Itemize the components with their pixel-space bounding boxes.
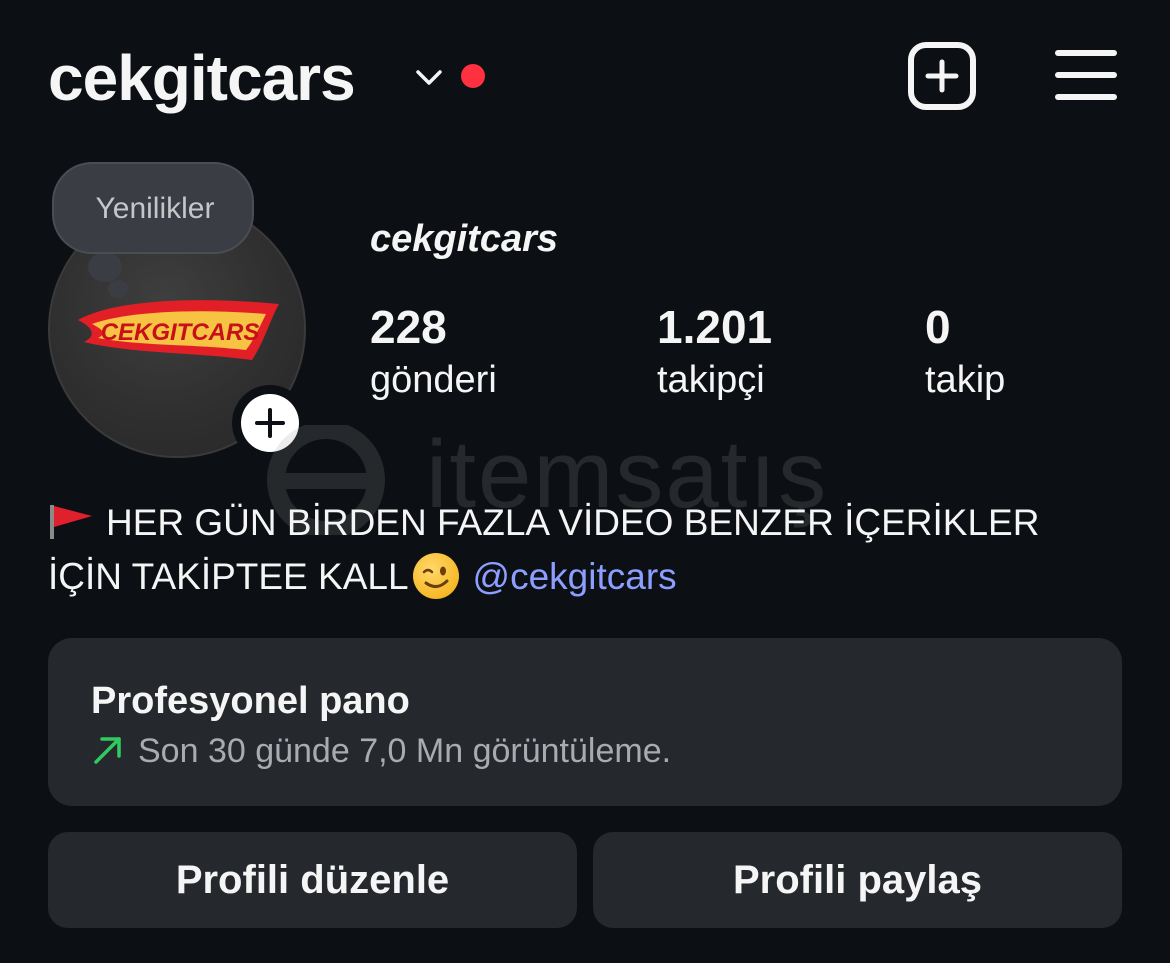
stat-following-value: 0 bbox=[925, 301, 951, 353]
stat-following[interactable]: 0 takip bbox=[925, 302, 1005, 408]
triangular-flag-icon bbox=[48, 500, 94, 539]
stat-followers-value: 1.201 bbox=[657, 301, 773, 353]
dashboard-title: Profesyonel pano bbox=[91, 680, 410, 722]
stat-followers[interactable]: 1.201 takipçi bbox=[657, 302, 772, 408]
bio-line-2: İÇİN TAKİPTEE KALL bbox=[48, 556, 409, 597]
plus-square-icon bbox=[925, 59, 959, 93]
stat-posts-value: 228 bbox=[370, 301, 447, 353]
note-bubble[interactable]: Yenilikler bbox=[52, 162, 254, 254]
professional-dashboard-card[interactable]: Profesyonel pano Son 30 günde 7,0 Mn gör… bbox=[48, 638, 1122, 806]
plus-icon bbox=[255, 408, 285, 438]
profile-page: cekgitcars CEKGITCARS Yenilikler cekgitc… bbox=[0, 0, 1170, 963]
arrow-up-right-icon bbox=[94, 737, 121, 764]
edit-profile-button[interactable]: Profili düzenle bbox=[48, 832, 577, 928]
add-story-button[interactable] bbox=[232, 385, 308, 461]
winking-face-icon bbox=[412, 553, 459, 599]
profile-header: cekgitcars bbox=[0, 0, 1170, 150]
chevron-down-icon[interactable] bbox=[414, 62, 444, 92]
stat-posts[interactable]: 228 gönderi bbox=[370, 302, 497, 408]
dashboard-subtitle: Son 30 günde 7,0 Mn görüntüleme. bbox=[138, 732, 672, 770]
bio-mention-link[interactable]: @cekgitcars bbox=[473, 556, 677, 597]
hamburger-menu-icon[interactable] bbox=[1055, 50, 1117, 100]
profile-display-name: cekgitcars bbox=[370, 218, 559, 260]
note-bubble-label: Yenilikler bbox=[95, 192, 215, 225]
notification-dot bbox=[461, 64, 485, 88]
share-profile-button[interactable]: Profili paylaş bbox=[593, 832, 1122, 928]
note-bubble-tail bbox=[88, 252, 122, 282]
stat-following-label: takip bbox=[925, 359, 1006, 401]
stat-followers-label: takipçi bbox=[657, 359, 765, 401]
account-username[interactable]: cekgitcars bbox=[48, 40, 356, 116]
bio-line-1: HER GÜN BİRDEN FAZLA VİDEO BENZER İÇERİK… bbox=[106, 502, 1040, 543]
profile-bio: HER GÜN BİRDEN FAZLA VİDEO BENZER İÇERİK… bbox=[48, 496, 1138, 604]
cekgitcars-logo: CEKGITCARS bbox=[78, 300, 279, 360]
create-post-button[interactable] bbox=[908, 42, 976, 110]
stat-posts-label: gönderi bbox=[370, 359, 497, 401]
note-bubble-tail-small bbox=[108, 280, 128, 298]
logo-text: CEKGITCARS bbox=[101, 319, 260, 346]
